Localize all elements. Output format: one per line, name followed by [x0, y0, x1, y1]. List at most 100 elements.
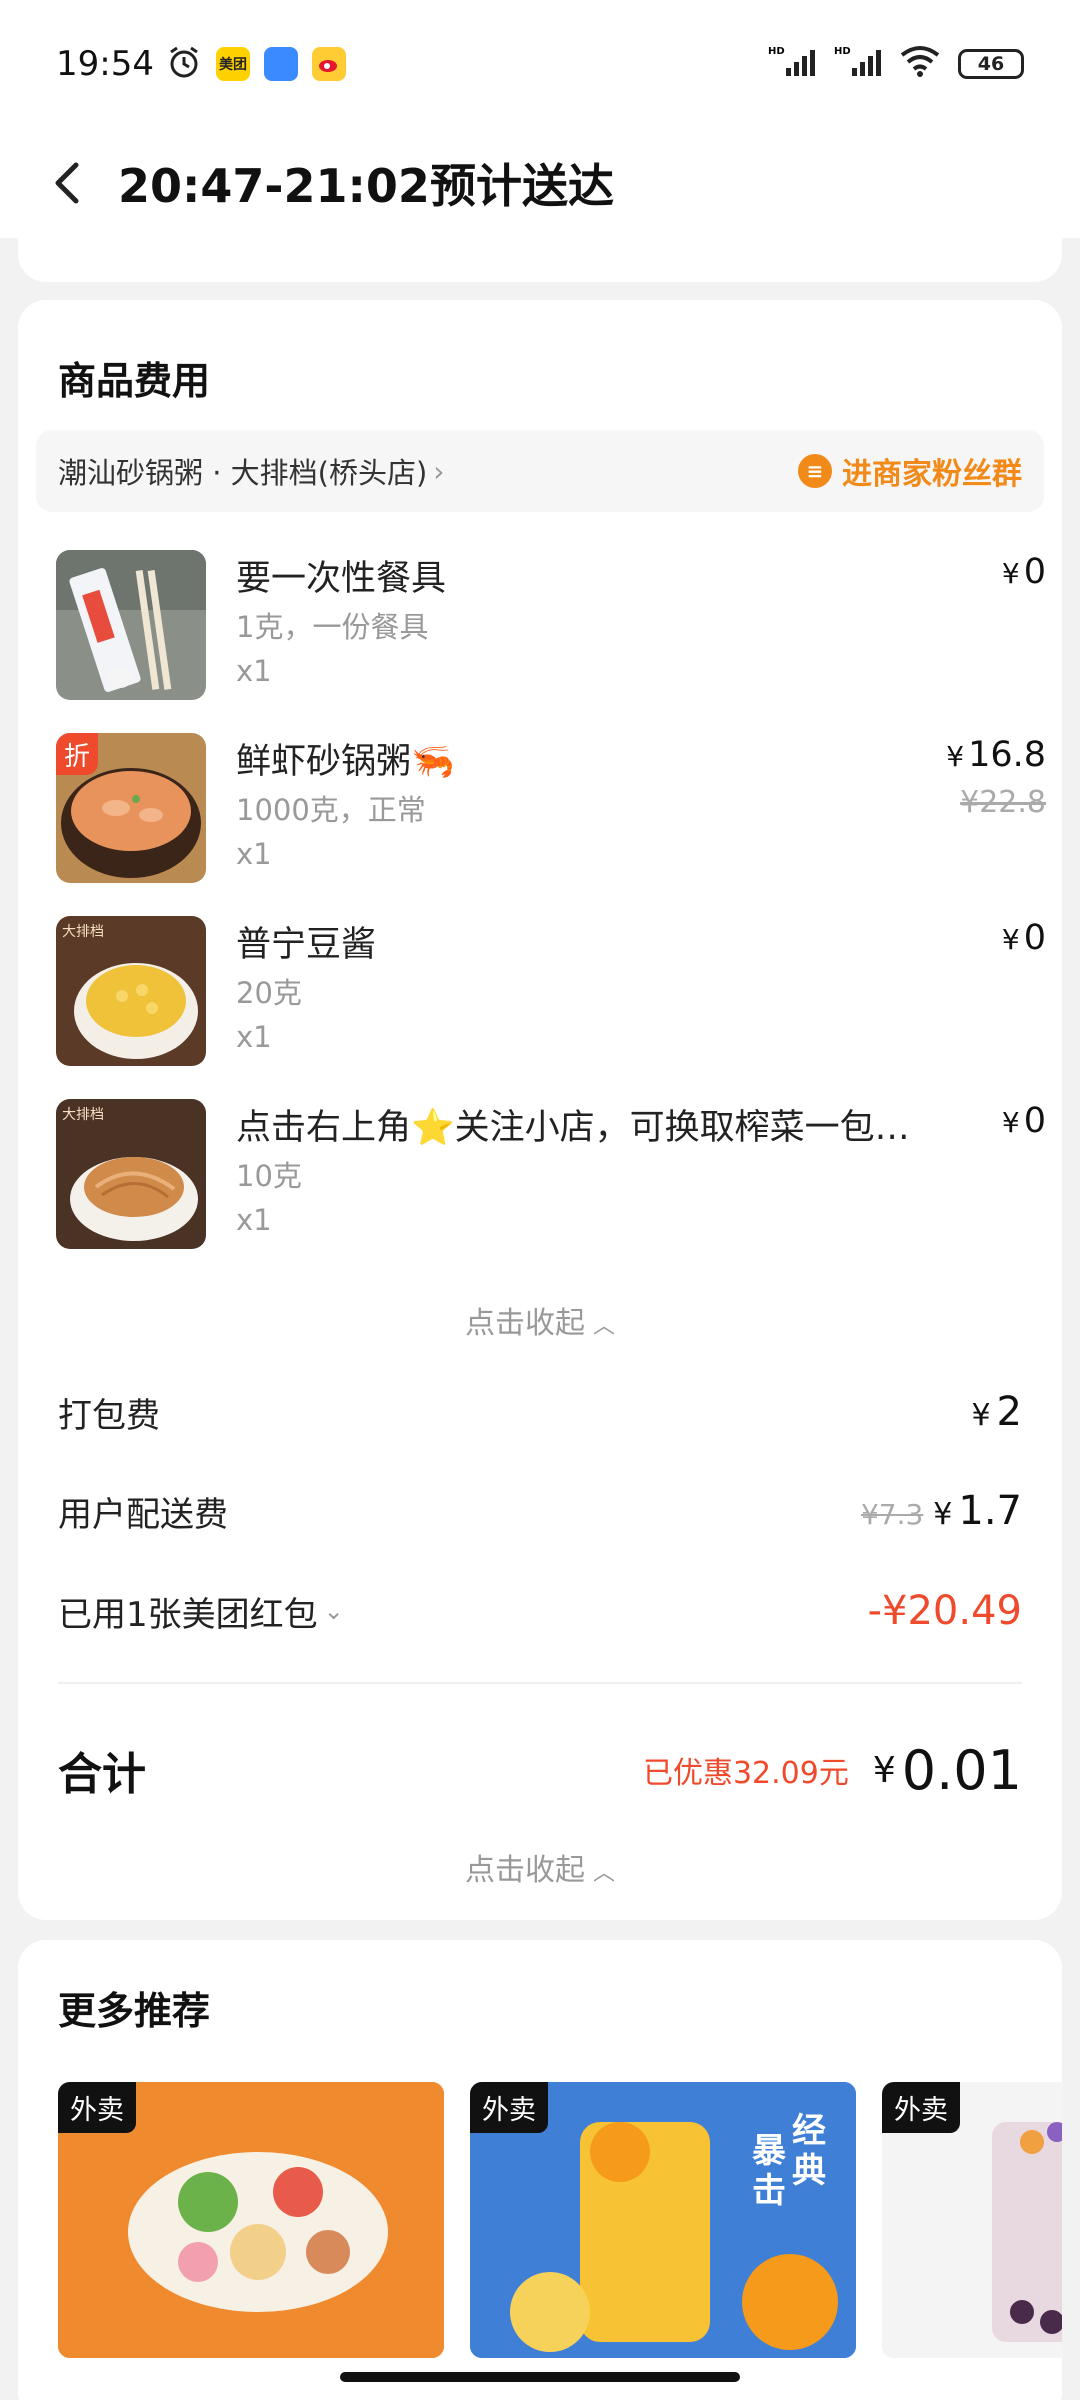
- list-item[interactable]: 折 鲜虾砂锅粥🦐 1000克，正常 x1 ¥16.8 ¥22.8: [56, 733, 1046, 893]
- collapse-label: 点击收起: [464, 1306, 585, 1341]
- item-name: 点击右上角⭐关注小店，可换取榨菜一包…: [236, 1108, 910, 1148]
- total-row: 合计 已优惠32.09元 ¥ 0.01: [58, 1730, 1022, 1810]
- currency-symbol: ¥: [1001, 557, 1020, 590]
- delivery-fee-original: ¥7.3: [860, 1498, 924, 1531]
- saved-amount: 已优惠32.09元: [642, 1756, 849, 1791]
- currency-symbol: ¥: [872, 1749, 896, 1791]
- list-item[interactable]: 大排档 普宁豆酱 20克 x1 ¥0: [56, 916, 1046, 1076]
- item-image-tableware: [56, 550, 206, 700]
- status-time: 19:54: [56, 44, 154, 84]
- total-amount: 0.01: [901, 1738, 1022, 1802]
- item-spec: 1000克，正常: [236, 793, 426, 827]
- svg-text:暴: 暴: [752, 2131, 786, 2171]
- recommend-title: 更多推荐: [58, 1989, 211, 2033]
- packing-fee-amount: 2: [996, 1389, 1022, 1435]
- cloud-app-icon: [263, 47, 298, 81]
- divider: [58, 1682, 1022, 1684]
- svg-text:HD: HD: [834, 46, 851, 57]
- section-title: 商品费用: [58, 359, 211, 403]
- wifi-icon: [900, 45, 940, 83]
- svg-text:大排档: 大排档: [62, 1107, 104, 1123]
- item-price: ¥0: [1002, 918, 1046, 958]
- item-original-price: ¥22.8: [960, 785, 1046, 820]
- previous-card: [18, 210, 1062, 282]
- item-qty: x1: [236, 837, 272, 871]
- item-price-value: 16.8: [968, 735, 1046, 775]
- coupon-value: -¥20.49: [867, 1588, 1022, 1634]
- delivery-fee-label: 用户配送费: [58, 1494, 228, 1535]
- packing-fee-row: 打包费 ¥2: [58, 1382, 1022, 1442]
- status-right: HD HD 46: [768, 44, 1024, 84]
- list-item[interactable]: 要一次性餐具 1克，一份餐具 x1 ¥0: [56, 550, 1046, 710]
- list-item[interactable]: 大排档 点击右上角⭐关注小店，可换取榨菜一包… 10克 x1 ¥0: [56, 1099, 1046, 1259]
- recommend-item[interactable]: 外卖: [58, 2082, 444, 2358]
- total-label: 合计: [58, 1749, 146, 1800]
- item-price-value: 0: [1023, 918, 1046, 958]
- item-price-value: 0: [1023, 552, 1046, 592]
- svg-text:经: 经: [792, 2111, 826, 2151]
- takeaway-tag: 外卖: [58, 2082, 136, 2133]
- chevron-right-icon: ›: [433, 454, 445, 488]
- item-price: ¥0: [1002, 1101, 1046, 1141]
- weibo-app-icon: [311, 47, 346, 81]
- item-qty: x1: [236, 654, 272, 688]
- battery-indicator: 46: [958, 49, 1024, 79]
- shop-bar[interactable]: 潮汕砂锅粥 · 大排档(桥头店) › ≡ 进商家粉丝群: [36, 430, 1044, 512]
- currency-symbol: ¥: [1001, 923, 1020, 956]
- chat-icon: ≡: [798, 454, 832, 488]
- meituan-app-icon: 美团: [215, 47, 250, 81]
- takeaway-tag: 外卖: [470, 2082, 548, 2133]
- back-arrow-icon[interactable]: [52, 161, 96, 205]
- item-price: ¥0: [1002, 552, 1046, 592]
- status-bar: 19:54 美团 HD HD 46: [0, 0, 1080, 128]
- coupon-row[interactable]: 已用1张美团红包 ⌄ -¥20.49: [58, 1581, 1022, 1641]
- item-image-shrimp-porridge: 折: [56, 733, 206, 883]
- item-qty: x1: [236, 1020, 272, 1054]
- item-name: 普宁豆酱: [236, 925, 377, 965]
- total-value: 已优惠32.09元 ¥ 0.01: [643, 1739, 1022, 1802]
- item-spec: 10克: [236, 1159, 302, 1193]
- currency-symbol: ¥: [971, 1398, 991, 1433]
- recommend-item[interactable]: 外卖: [882, 2082, 1062, 2358]
- svg-text:大排档: 大排档: [62, 924, 104, 940]
- currency-symbol: ¥: [1001, 1106, 1020, 1139]
- alarm-icon: [166, 44, 202, 84]
- svg-text:HD: HD: [768, 46, 785, 57]
- item-spec: 20克: [236, 976, 302, 1010]
- chevron-up-icon: ︿: [592, 1861, 615, 1886]
- delivery-fee-value: ¥7.3 ¥1.7: [861, 1488, 1022, 1534]
- shop-name[interactable]: 潮汕砂锅粥 · 大排档(桥头店): [58, 450, 427, 492]
- item-qty: x1: [236, 1203, 272, 1237]
- currency-symbol: ¥: [933, 1497, 953, 1532]
- item-image-bean-paste: 大排档: [56, 916, 206, 1066]
- packing-fee-value: ¥2: [971, 1389, 1022, 1435]
- item-name: 鲜虾砂锅粥🦐: [236, 742, 455, 782]
- item-price: ¥16.8: [946, 735, 1046, 775]
- recommend-card: 更多推荐 外卖 经 典 暴 击 外卖 外卖: [18, 1940, 1062, 2400]
- recommend-item[interactable]: 经 典 暴 击 外卖: [470, 2082, 856, 2358]
- currency-symbol: ¥: [946, 740, 965, 773]
- delivery-fee-amount: 1.7: [958, 1488, 1022, 1534]
- svg-text:击: 击: [752, 2171, 786, 2211]
- discount-badge: 折: [56, 733, 98, 775]
- fees-card: 商品费用 潮汕砂锅粥 · 大排档(桥头店) › ≡ 进商家粉丝群 要一次性餐具 …: [18, 300, 1062, 1920]
- collapse-fees-button[interactable]: 点击收起 ︿: [18, 1845, 1062, 1889]
- svg-text:典: 典: [792, 2151, 826, 2191]
- item-price-value: 0: [1023, 1101, 1046, 1141]
- delivery-fee-row: 用户配送费 ¥7.3 ¥1.7: [58, 1481, 1022, 1541]
- collapse-label: 点击收起: [464, 1853, 585, 1888]
- fans-group-label: 进商家粉丝群: [842, 457, 1022, 492]
- page-title: 20:47-21:02预计送达: [118, 159, 614, 213]
- item-name: 要一次性餐具: [236, 559, 447, 599]
- chevron-down-icon[interactable]: ⌄: [324, 1597, 344, 1625]
- status-app-icons: 美团: [166, 44, 346, 84]
- signal-icon: HD: [768, 44, 816, 84]
- signal-icon-2: HD: [834, 44, 882, 84]
- coupon-label[interactable]: 已用1张美团红包: [58, 1587, 318, 1636]
- collapse-items-button[interactable]: 点击收起 ︿: [18, 1298, 1062, 1342]
- chevron-up-icon: ︿: [592, 1314, 615, 1339]
- home-indicator[interactable]: [340, 2372, 740, 2382]
- fans-group-button[interactable]: ≡ 进商家粉丝群: [798, 449, 1022, 493]
- item-image-pickles: 大排档: [56, 1099, 206, 1249]
- packing-fee-label: 打包费: [58, 1395, 160, 1436]
